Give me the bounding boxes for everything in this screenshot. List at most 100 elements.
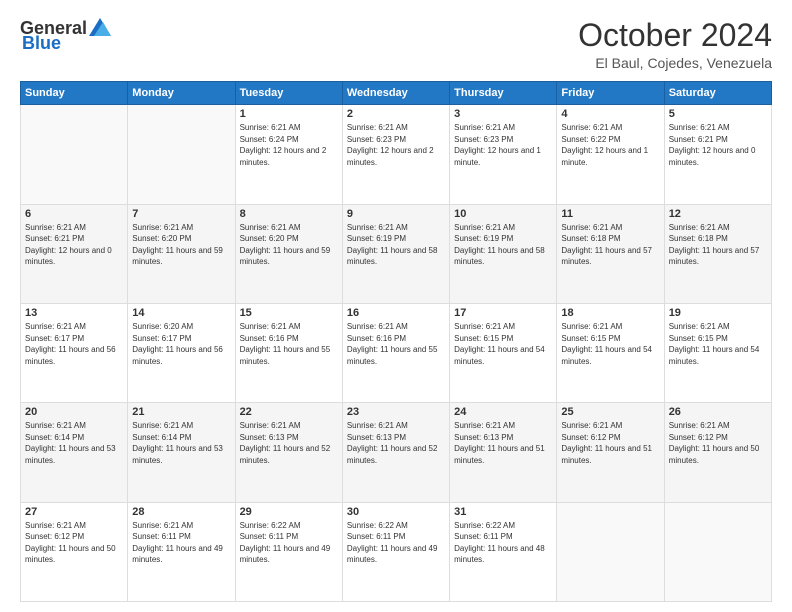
logo-icon: [89, 18, 111, 36]
calendar-cell: 31 Sunrise: 6:22 AM Sunset: 6:11 PM Dayli…: [450, 502, 557, 601]
col-tuesday: Tuesday: [235, 82, 342, 105]
day-info: Sunrise: 6:21 AM Sunset: 6:18 PM Dayligh…: [669, 222, 767, 268]
calendar-week-1: 1 Sunrise: 6:21 AM Sunset: 6:24 PM Daylig…: [21, 105, 772, 204]
calendar-cell: 14Sunrise: 6:20 AM Sunset: 6:17 PM Dayli…: [128, 303, 235, 402]
day-number: 6: [25, 208, 123, 220]
logo-blue: Blue: [22, 33, 61, 54]
day-number: 7: [132, 208, 230, 220]
calendar-cell: 9Sunrise: 6:21 AM Sunset: 6:19 PM Daylig…: [342, 204, 449, 303]
day-number: 15: [240, 307, 338, 319]
calendar-cell: 2Sunrise: 6:21 AM Sunset: 6:23 PM Daylig…: [342, 105, 449, 204]
calendar-cell: 24 Sunrise: 6:21 AM Sunset: 6:13 PM Dayli…: [450, 403, 557, 502]
day-info: Sunrise: 6:21 AM Sunset: 6:20 PM Dayligh…: [132, 222, 230, 268]
day-number: 13: [25, 307, 123, 319]
title-section: October 2024 El Baul, Cojedes, Venezuela: [578, 18, 772, 71]
calendar: Sunday Monday Tuesday Wednesday Thursday…: [20, 81, 772, 602]
day-number: 23: [347, 406, 445, 418]
calendar-cell: 19 Sunrise: 6:21 AM Sunset: 6:15 PM Dayli…: [664, 303, 771, 402]
day-info: Sunrise: 6:21 AM Sunset: 6:17 PM Dayligh…: [25, 321, 123, 367]
day-number: 30: [347, 506, 445, 518]
calendar-cell: 21 Sunrise: 6:21 AM Sunset: 6:14 PM Dayli…: [128, 403, 235, 502]
page: General Blue October 2024 El Baul, Cojed…: [0, 0, 792, 612]
day-info: Sunrise: 6:21 AM Sunset: 6:23 PM Dayligh…: [454, 122, 552, 168]
calendar-cell: 17 Sunrise: 6:21 AM Sunset: 6:15 PM Dayli…: [450, 303, 557, 402]
calendar-cell: [557, 502, 664, 601]
day-number: 22: [240, 406, 338, 418]
calendar-cell: 13 Sunrise: 6:21 AM Sunset: 6:17 PM Dayli…: [21, 303, 128, 402]
day-info: Sunrise: 6:21 AM Sunset: 6:12 PM Dayligh…: [25, 520, 123, 566]
calendar-cell: 7 Sunrise: 6:21 AM Sunset: 6:20 PM Daylig…: [128, 204, 235, 303]
col-saturday: Saturday: [664, 82, 771, 105]
day-info: Sunrise: 6:21 AM Sunset: 6:12 PM Dayligh…: [669, 420, 767, 466]
day-number: 25: [561, 406, 659, 418]
calendar-cell: [128, 105, 235, 204]
calendar-week-4: 20 Sunrise: 6:21 AM Sunset: 6:14 PM Dayli…: [21, 403, 772, 502]
calendar-cell: 15 Sunrise: 6:21 AM Sunset: 6:16 PM Dayli…: [235, 303, 342, 402]
day-info: Sunrise: 6:21 AM Sunset: 6:13 PM Dayligh…: [454, 420, 552, 466]
calendar-cell: 3Sunrise: 6:21 AM Sunset: 6:23 PM Daylig…: [450, 105, 557, 204]
day-info: Sunrise: 6:22 AM Sunset: 6:11 PM Dayligh…: [347, 520, 445, 566]
day-info: Sunrise: 6:21 AM Sunset: 6:14 PM Dayligh…: [132, 420, 230, 466]
calendar-cell: 29 Sunrise: 6:22 AM Sunset: 6:11 PM Dayli…: [235, 502, 342, 601]
day-number: 27: [25, 506, 123, 518]
day-number: 20: [25, 406, 123, 418]
day-number: 17: [454, 307, 552, 319]
day-number: 19: [669, 307, 767, 319]
calendar-cell: 8 Sunrise: 6:21 AM Sunset: 6:20 PM Daylig…: [235, 204, 342, 303]
col-monday: Monday: [128, 82, 235, 105]
day-info: Sunrise: 6:21 AM Sunset: 6:24 PM Dayligh…: [240, 122, 338, 168]
day-info: Sunrise: 6:22 AM Sunset: 6:11 PM Dayligh…: [240, 520, 338, 566]
calendar-cell: [664, 502, 771, 601]
day-info: Sunrise: 6:21 AM Sunset: 6:23 PM Dayligh…: [347, 122, 445, 168]
calendar-header-row: Sunday Monday Tuesday Wednesday Thursday…: [21, 82, 772, 105]
day-number: 26: [669, 406, 767, 418]
calendar-cell: 30 Sunrise: 6:22 AM Sunset: 6:11 PM Dayli…: [342, 502, 449, 601]
day-info: Sunrise: 6:21 AM Sunset: 6:21 PM Dayligh…: [25, 222, 123, 268]
calendar-cell: [21, 105, 128, 204]
day-number: 10: [454, 208, 552, 220]
day-number: 5: [669, 108, 767, 120]
calendar-cell: 16Sunrise: 6:21 AM Sunset: 6:16 PM Dayli…: [342, 303, 449, 402]
day-info: Sunrise: 6:20 AM Sunset: 6:17 PM Dayligh…: [132, 321, 230, 367]
logo: General Blue: [20, 18, 111, 54]
location-title: El Baul, Cojedes, Venezuela: [578, 55, 772, 71]
day-info: Sunrise: 6:21 AM Sunset: 6:21 PM Dayligh…: [669, 122, 767, 168]
col-sunday: Sunday: [21, 82, 128, 105]
calendar-cell: 5 Sunrise: 6:21 AM Sunset: 6:21 PM Daylig…: [664, 105, 771, 204]
day-number: 16: [347, 307, 445, 319]
col-thursday: Thursday: [450, 82, 557, 105]
calendar-week-2: 6 Sunrise: 6:21 AM Sunset: 6:21 PM Daylig…: [21, 204, 772, 303]
col-friday: Friday: [557, 82, 664, 105]
day-info: Sunrise: 6:21 AM Sunset: 6:20 PM Dayligh…: [240, 222, 338, 268]
day-number: 9: [347, 208, 445, 220]
day-number: 1: [240, 108, 338, 120]
calendar-cell: 1 Sunrise: 6:21 AM Sunset: 6:24 PM Daylig…: [235, 105, 342, 204]
calendar-cell: 12 Sunrise: 6:21 AM Sunset: 6:18 PM Dayli…: [664, 204, 771, 303]
calendar-cell: 25 Sunrise: 6:21 AM Sunset: 6:12 PM Dayli…: [557, 403, 664, 502]
calendar-cell: 4Sunrise: 6:21 AM Sunset: 6:22 PM Daylig…: [557, 105, 664, 204]
day-number: 12: [669, 208, 767, 220]
day-number: 11: [561, 208, 659, 220]
day-info: Sunrise: 6:21 AM Sunset: 6:12 PM Dayligh…: [561, 420, 659, 466]
day-number: 18: [561, 307, 659, 319]
calendar-cell: 28Sunrise: 6:21 AM Sunset: 6:11 PM Dayli…: [128, 502, 235, 601]
calendar-cell: 23Sunrise: 6:21 AM Sunset: 6:13 PM Dayli…: [342, 403, 449, 502]
day-info: Sunrise: 6:21 AM Sunset: 6:16 PM Dayligh…: [240, 321, 338, 367]
calendar-cell: 10Sunrise: 6:21 AM Sunset: 6:19 PM Dayli…: [450, 204, 557, 303]
day-info: Sunrise: 6:21 AM Sunset: 6:22 PM Dayligh…: [561, 122, 659, 168]
day-info: Sunrise: 6:21 AM Sunset: 6:15 PM Dayligh…: [454, 321, 552, 367]
col-wednesday: Wednesday: [342, 82, 449, 105]
calendar-cell: 11 Sunrise: 6:21 AM Sunset: 6:18 PM Dayli…: [557, 204, 664, 303]
day-number: 29: [240, 506, 338, 518]
day-info: Sunrise: 6:21 AM Sunset: 6:15 PM Dayligh…: [669, 321, 767, 367]
day-info: Sunrise: 6:21 AM Sunset: 6:14 PM Dayligh…: [25, 420, 123, 466]
day-number: 21: [132, 406, 230, 418]
day-number: 8: [240, 208, 338, 220]
day-info: Sunrise: 6:21 AM Sunset: 6:18 PM Dayligh…: [561, 222, 659, 268]
day-number: 31: [454, 506, 552, 518]
day-number: 24: [454, 406, 552, 418]
day-info: Sunrise: 6:21 AM Sunset: 6:13 PM Dayligh…: [240, 420, 338, 466]
calendar-cell: 18Sunrise: 6:21 AM Sunset: 6:15 PM Dayli…: [557, 303, 664, 402]
month-title: October 2024: [578, 18, 772, 53]
day-info: Sunrise: 6:22 AM Sunset: 6:11 PM Dayligh…: [454, 520, 552, 566]
